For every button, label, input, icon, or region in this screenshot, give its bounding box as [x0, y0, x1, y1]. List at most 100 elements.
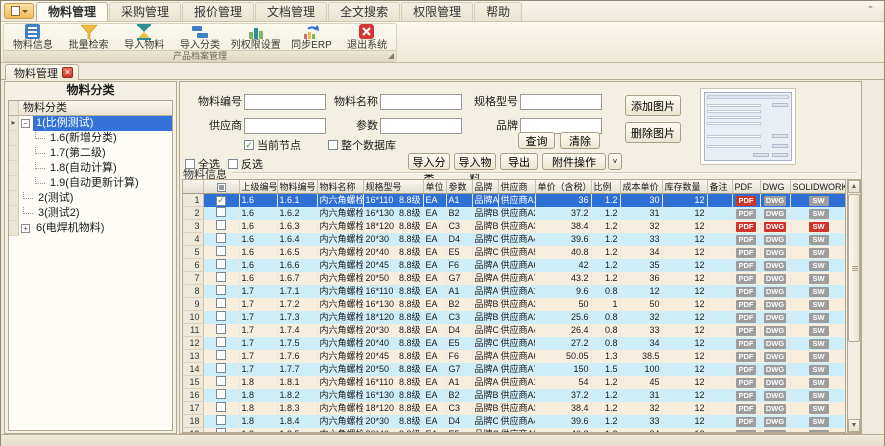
sw-badge[interactable]: SW: [809, 378, 829, 388]
sw-badge[interactable]: SW: [809, 196, 829, 206]
row-checkbox[interactable]: [216, 415, 226, 425]
row-checkbox[interactable]: [216, 272, 226, 282]
sw-badge[interactable]: SW: [809, 417, 829, 427]
exit-button[interactable]: 退出系统: [339, 24, 395, 52]
sync-erp-button[interactable]: 同步ERP: [284, 24, 340, 52]
tree-item-4[interactable]: 1.8(自动计算): [9, 161, 172, 176]
column-header-price[interactable]: 单价（含税）: [535, 180, 591, 194]
sw-badge[interactable]: SW: [809, 209, 829, 219]
row-checkbox[interactable]: [216, 337, 226, 347]
material-info-button[interactable]: 物料信息: [5, 24, 61, 52]
column-header-name[interactable]: 物料名称: [317, 180, 363, 194]
pdf-badge[interactable]: PDF: [736, 378, 756, 388]
row-checkbox[interactable]: [216, 376, 226, 386]
dwg-badge[interactable]: DWG: [764, 326, 786, 336]
table-row[interactable]: 31.61.6.3内六角螺栓318*1208.8级EAC3品牌B供应商A338.…: [183, 220, 846, 233]
row-checkbox[interactable]: [216, 246, 226, 256]
attachment-operations-button[interactable]: 附件操作: [542, 153, 606, 170]
dwg-badge[interactable]: DWG: [764, 352, 786, 362]
tab-material-management[interactable]: 物料管理 ✕: [5, 64, 79, 80]
sw-badge[interactable]: SW: [809, 365, 829, 375]
pdf-badge[interactable]: PDF: [736, 248, 756, 258]
column-header-param[interactable]: 参数: [446, 180, 472, 194]
sw-badge[interactable]: SW: [809, 261, 829, 271]
dwg-badge[interactable]: DWG: [764, 313, 786, 323]
table-row[interactable]: 61.61.6.6内六角螺栓620*458.8级EAF6品牌A供应商A6421.…: [183, 259, 846, 272]
row-checkbox[interactable]: [216, 350, 226, 360]
column-header-supplier[interactable]: 供应商: [498, 180, 535, 194]
sw-badge[interactable]: SW: [809, 391, 829, 401]
import-category-button[interactable]: 导入分类: [172, 24, 228, 52]
dwg-badge[interactable]: DWG: [764, 365, 786, 375]
column-header-pdf[interactable]: PDF: [732, 180, 760, 194]
current-node-checkbox-box[interactable]: ✓: [244, 140, 254, 150]
column-header-sw[interactable]: SOLIDWORKS: [790, 180, 846, 194]
export-button[interactable]: 导出: [500, 153, 538, 170]
dwg-badge[interactable]: DWG: [764, 274, 786, 284]
collapse-icon[interactable]: −: [21, 119, 30, 128]
row-checkbox[interactable]: [216, 324, 226, 334]
delete-image-button[interactable]: 删除图片: [625, 122, 681, 143]
column-header-stock[interactable]: 库存数量: [662, 180, 707, 194]
column-header-seq[interactable]: [183, 180, 203, 194]
table-row[interactable]: 101.71.7.3内六角螺栓318*1208.8级EAC3品牌B供应商A325…: [183, 311, 846, 324]
sw-badge[interactable]: SW: [809, 313, 829, 323]
dwg-badge[interactable]: DWG: [764, 404, 786, 414]
pdf-badge[interactable]: PDF: [736, 209, 756, 219]
menu-tab-2[interactable]: 采购管理: [109, 2, 181, 21]
pdf-badge[interactable]: PDF: [736, 391, 756, 401]
scrollbar-thumb[interactable]: [848, 194, 860, 342]
column-header-ratio[interactable]: 比例: [591, 180, 620, 194]
sw-badge[interactable]: SW: [809, 300, 829, 310]
dwg-badge[interactable]: DWG: [764, 417, 786, 427]
pdf-badge[interactable]: PDF: [736, 222, 756, 232]
sw-badge[interactable]: SW: [809, 326, 829, 336]
row-checkbox[interactable]: [216, 311, 226, 321]
material-name-input[interactable]: [380, 94, 462, 110]
table-row[interactable]: 81.71.7.1内六角螺栓116*1108.8级EAA1品牌A供应商A19.6…: [183, 285, 846, 298]
sw-badge[interactable]: SW: [809, 352, 829, 362]
table-row[interactable]: 21.61.6.2内六角螺栓216*1308.8级EAB2品牌B供应商A237.…: [183, 207, 846, 220]
material-code-input[interactable]: [244, 94, 326, 110]
sw-badge[interactable]: SW: [809, 339, 829, 349]
column-header-brand[interactable]: 品牌: [472, 180, 498, 194]
table-row[interactable]: 161.81.8.2内六角螺栓216*1308.8级EAB2品牌B供应商A237…: [183, 389, 846, 402]
tree-item-7[interactable]: 3(测试2): [9, 206, 172, 221]
scroll-up-icon[interactable]: ▲: [848, 180, 860, 193]
row-checkbox[interactable]: [216, 298, 226, 308]
app-menu-button[interactable]: [4, 3, 34, 19]
table-vertical-scrollbar[interactable]: ▲ ▼: [847, 179, 861, 433]
table-row[interactable]: 111.71.7.4内六角螺栓420*308.8级EAD4品牌C供应商A426.…: [183, 324, 846, 337]
row-checkbox[interactable]: ✓: [216, 196, 226, 206]
row-checkbox[interactable]: [216, 363, 226, 373]
dwg-badge[interactable]: DWG: [764, 287, 786, 297]
menu-tab-3[interactable]: 报价管理: [182, 2, 254, 21]
pdf-badge[interactable]: PDF: [736, 352, 756, 362]
row-checkbox[interactable]: [216, 389, 226, 399]
menu-tab-6[interactable]: 权限管理: [401, 2, 473, 21]
pdf-badge[interactable]: PDF: [736, 326, 756, 336]
tree-item-2[interactable]: 1.6(新增分类): [9, 131, 172, 146]
column-permission-button[interactable]: 列权限设置: [228, 24, 284, 52]
dwg-badge[interactable]: DWG: [764, 222, 786, 232]
row-checkbox[interactable]: [216, 220, 226, 230]
sw-badge[interactable]: SW: [809, 235, 829, 245]
pdf-badge[interactable]: PDF: [736, 261, 756, 271]
table-row[interactable]: 71.61.6.7内六角螺栓720*508.8级EAG7品牌A供应商A743.2…: [183, 272, 846, 285]
table-row[interactable]: 131.71.7.6内六角螺栓620*458.8级EAF6品牌A供应商A650.…: [183, 350, 846, 363]
column-header-parent[interactable]: 上级编号: [239, 180, 277, 194]
dwg-badge[interactable]: DWG: [764, 300, 786, 310]
dwg-badge[interactable]: DWG: [764, 209, 786, 219]
expand-icon[interactable]: +: [21, 224, 30, 233]
tree-item-3[interactable]: 1.7(第二级): [9, 146, 172, 161]
header-checkbox-icon[interactable]: [217, 183, 226, 192]
pdf-badge[interactable]: PDF: [736, 339, 756, 349]
clear-button[interactable]: 清除: [560, 132, 600, 149]
dwg-badge[interactable]: DWG: [764, 339, 786, 349]
column-header-note[interactable]: 备注: [707, 180, 732, 194]
tree-item-5[interactable]: 1.9(自动更新计算): [9, 176, 172, 191]
row-checkbox[interactable]: [216, 402, 226, 412]
material-image-preview[interactable]: [700, 88, 796, 165]
pdf-badge[interactable]: PDF: [736, 235, 756, 245]
dwg-badge[interactable]: DWG: [764, 261, 786, 271]
